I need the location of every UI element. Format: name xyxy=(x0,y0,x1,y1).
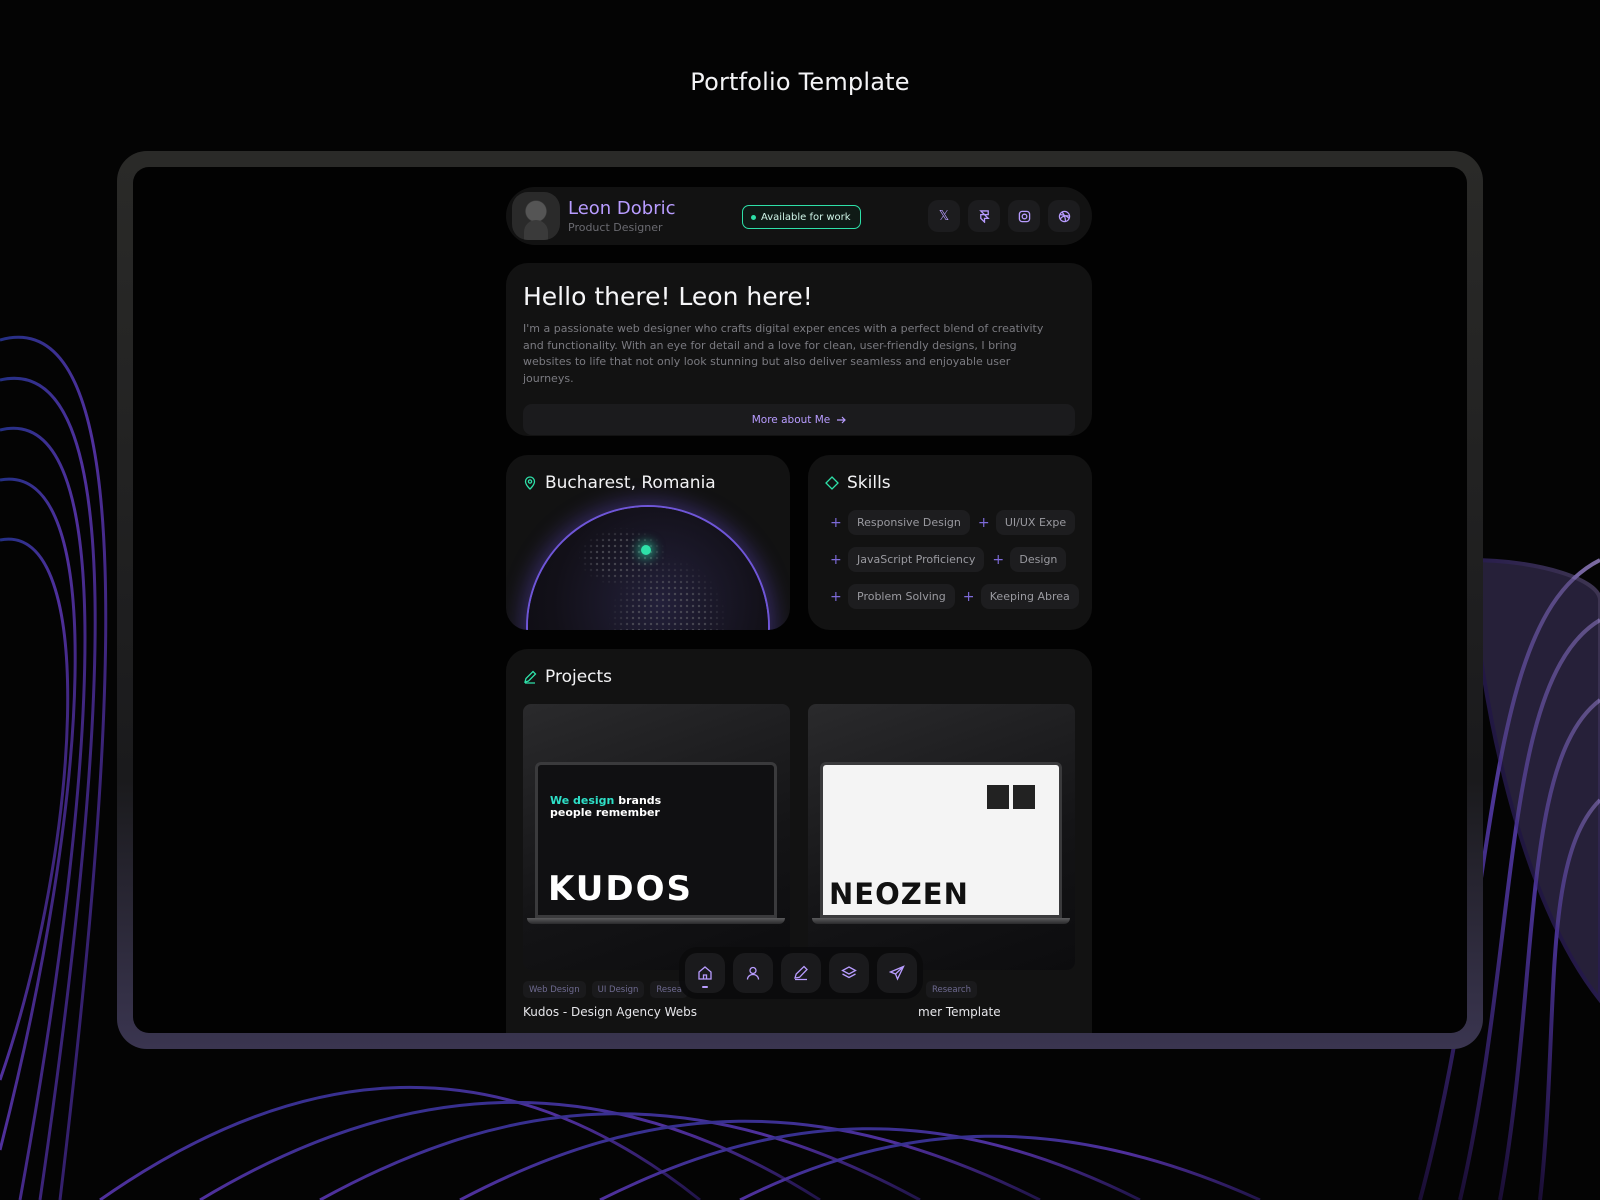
plus-icon: + xyxy=(977,514,990,531)
plus-icon: + xyxy=(830,551,842,568)
project-tag: UI Design xyxy=(591,981,645,998)
nav-stack-button[interactable] xyxy=(829,953,869,993)
skills-header: Skills xyxy=(825,473,891,493)
skill-chip: Responsive Design xyxy=(848,510,970,535)
globe-graphic xyxy=(528,507,768,630)
nav-projects-button[interactable] xyxy=(781,953,821,993)
status-badge: Available for work xyxy=(742,205,861,229)
profile-name: Leon Dobric xyxy=(568,197,676,219)
status-dot-icon xyxy=(751,215,756,220)
plus-icon: + xyxy=(830,514,842,531)
instagram-icon[interactable] xyxy=(1008,200,1040,232)
project-tags-neozen: Research xyxy=(926,981,977,998)
project-title-kudos[interactable]: Kudos - Design Agency Webs xyxy=(523,1005,697,1019)
laptop-mockup: We design brands people remember KUDOS xyxy=(527,762,785,924)
send-icon xyxy=(889,965,905,981)
pen-icon xyxy=(794,965,808,981)
skill-chip: UI/UX Expe xyxy=(995,510,1076,535)
skill-chip: Problem Solving xyxy=(848,584,955,609)
plus-icon: + xyxy=(830,588,842,605)
plus-icon: + xyxy=(962,588,975,605)
project-tags-kudos: Web Design UI Design Resea xyxy=(523,981,688,998)
x-icon[interactable]: 𝕏 xyxy=(928,200,960,232)
portfolio-screen: Leon Dobric Product Designer Available f… xyxy=(133,167,1467,1033)
kudos-headline-c: people remember xyxy=(550,806,660,819)
location-title: Bucharest, Romania xyxy=(545,473,716,493)
pen-icon xyxy=(524,670,537,684)
intro-body: I'm a passionate web designer who crafts… xyxy=(523,322,1044,385)
skill-row-3: + Problem Solving + Keeping Abrea xyxy=(830,584,1079,609)
kudos-headline: We design brands people remember xyxy=(550,795,661,819)
skill-chip: Keeping Abrea xyxy=(980,584,1079,609)
nav-home-button[interactable] xyxy=(685,953,725,993)
name-block: Leon Dobric Product Designer xyxy=(568,197,676,234)
project-thumbnail-kudos[interactable]: We design brands people remember KUDOS xyxy=(523,704,790,970)
more-about-me-label: More about Me xyxy=(751,413,831,426)
globe-location-marker xyxy=(641,545,651,555)
project-tag: Research xyxy=(926,981,977,998)
projects-title: Projects xyxy=(545,667,613,687)
device-frame: Leon Dobric Product Designer Available f… xyxy=(117,151,1483,1049)
avatar[interactable] xyxy=(512,192,560,240)
neozen-thumb-block xyxy=(987,785,1009,809)
laptop-base xyxy=(812,918,1070,924)
laptop-screen: NEOZEN xyxy=(820,762,1062,918)
skills-card: Skills + Responsive Design + UI/UX Expe … xyxy=(808,455,1092,630)
skills-title: Skills xyxy=(847,473,891,493)
arrow-right-icon xyxy=(837,416,847,423)
skill-row-2: + JavaScript Proficiency + Design xyxy=(830,547,1067,572)
intro-heading: Hello there! Leon here! xyxy=(523,282,813,311)
social-links: 𝕏 xyxy=(928,200,1080,232)
diamond-icon xyxy=(825,476,839,490)
more-about-me-button[interactable]: More about Me xyxy=(523,404,1075,435)
plus-icon: + xyxy=(992,551,1005,568)
skill-chip: JavaScript Proficiency xyxy=(848,547,985,572)
kudos-logo-text: KUDOS xyxy=(548,869,693,909)
project-title-neozen[interactable]: mer Template xyxy=(918,1005,1001,1019)
profile-header: Leon Dobric Product Designer Available f… xyxy=(506,187,1092,245)
x-icon-glyph: 𝕏 xyxy=(938,208,950,224)
user-icon xyxy=(746,966,760,980)
home-icon xyxy=(698,966,712,980)
laptop-mockup: NEOZEN xyxy=(812,762,1070,924)
status-text: Available for work xyxy=(761,211,851,223)
layers-icon xyxy=(841,966,857,979)
profile-role: Product Designer xyxy=(568,220,663,234)
dock-navigation xyxy=(679,947,923,999)
nav-about-button[interactable] xyxy=(733,953,773,993)
dribbble-icon[interactable] xyxy=(1048,200,1080,232)
location-card: Bucharest, Romania xyxy=(506,455,790,630)
neozen-logo-text: NEOZEN xyxy=(829,877,969,911)
skill-row-1: + Responsive Design + UI/UX Expe xyxy=(830,510,1076,535)
project-tag: Web Design xyxy=(523,981,586,998)
framer-icon[interactable] xyxy=(968,200,1000,232)
globe-dots xyxy=(528,507,768,630)
nav-contact-button[interactable] xyxy=(877,953,917,993)
project-thumbnail-neozen[interactable]: NEOZEN xyxy=(808,704,1075,970)
portfolio-column: Leon Dobric Product Designer Available f… xyxy=(506,187,1092,1033)
location-header: Bucharest, Romania xyxy=(523,473,716,493)
neozen-thumb-block xyxy=(1013,785,1035,809)
location-pin-icon xyxy=(524,476,536,490)
intro-card: Hello there! Leon here! I'm a passionate… xyxy=(506,263,1092,436)
projects-header: Projects xyxy=(523,667,612,687)
laptop-base xyxy=(527,918,785,924)
laptop-screen: We design brands people remember KUDOS xyxy=(535,762,777,918)
page-title: Portfolio Template xyxy=(690,68,910,96)
skill-chip: Design xyxy=(1010,547,1067,572)
